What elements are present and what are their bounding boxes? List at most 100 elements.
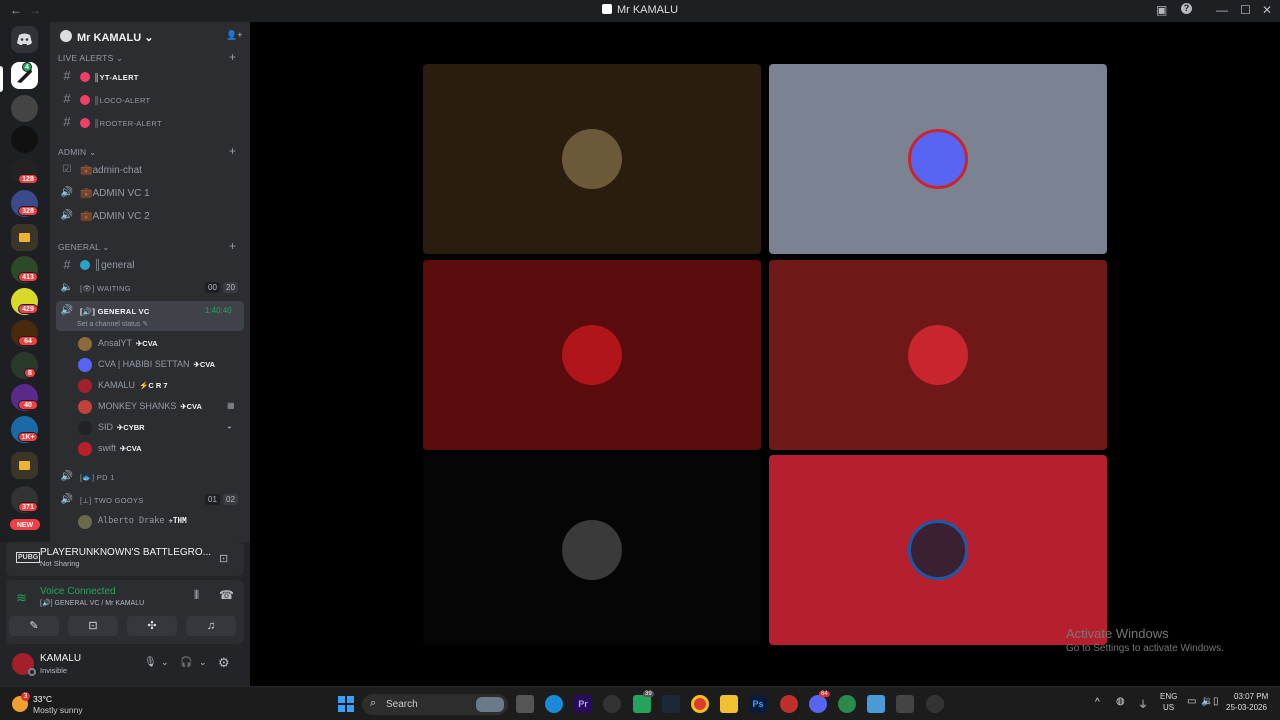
participant-tile[interactable] bbox=[769, 64, 1107, 254]
participant-avatar bbox=[562, 325, 622, 385]
participant-tile[interactable] bbox=[769, 455, 1107, 645]
app-icon[interactable] bbox=[780, 695, 798, 713]
avatar bbox=[78, 400, 92, 414]
avatar bbox=[78, 515, 92, 529]
activity-card[interactable]: PUBG PLAYERUNKNOWN'S BATTLEGRO... Not Sh… bbox=[6, 542, 244, 576]
user-count: 00 bbox=[205, 282, 220, 293]
start-icon[interactable] bbox=[337, 695, 355, 713]
photoshop-icon[interactable]: Ps bbox=[749, 695, 767, 713]
edge-icon[interactable] bbox=[545, 695, 563, 713]
help-icon[interactable]: ? bbox=[1181, 3, 1192, 14]
locked-voice-icon: 🔊 bbox=[60, 210, 74, 221]
channel-admin-chat[interactable]: ☑ 💼admin-chat bbox=[56, 160, 244, 180]
locked-voice-icon: 🔊 bbox=[60, 494, 74, 505]
connection-signal-icon[interactable]: ≋ bbox=[16, 590, 27, 606]
channel-rooter-alert[interactable]: # ║ROOTER-ALERT bbox=[56, 112, 244, 132]
participant-tile[interactable] bbox=[423, 64, 761, 254]
show-hidden-icons-chevron[interactable]: ^ bbox=[1095, 697, 1100, 708]
camera-off-button[interactable]: ✎ bbox=[9, 616, 59, 636]
channel-admin-vc-2[interactable]: 🔊 💼ADMIN VC 2 bbox=[56, 206, 244, 226]
close-button[interactable]: ✕ bbox=[1262, 3, 1272, 17]
add-channel-icon[interactable]: + bbox=[229, 144, 236, 158]
activities-button[interactable]: ✣ bbox=[127, 616, 177, 636]
disconnect-icon[interactable]: ☎ bbox=[219, 588, 234, 602]
chevron-down-icon[interactable]: ⌄ bbox=[199, 657, 207, 668]
app-icon[interactable] bbox=[896, 695, 914, 713]
microphone-icon[interactable]: 🎙 bbox=[144, 657, 157, 668]
participant-tile[interactable] bbox=[769, 260, 1107, 450]
channel-waiting[interactable]: 🔈 [👁] WAITING 00 20 bbox=[56, 278, 244, 298]
whatsapp-icon[interactable] bbox=[633, 695, 651, 713]
window-title: Mr KAMALU bbox=[0, 4, 1280, 16]
battery-icon[interactable]: ▯ bbox=[1213, 696, 1219, 707]
app-icon[interactable] bbox=[926, 695, 944, 713]
account-bar: KAMALU Invisible 🎙 ⌄ 🎧 ⌄ ⚙ bbox=[6, 648, 244, 682]
share-screen-icon[interactable]: ⊡ bbox=[219, 552, 228, 565]
server-folder-icon[interactable] bbox=[11, 224, 38, 251]
category-general[interactable]: GENERAL ⌄ bbox=[58, 242, 110, 253]
add-channel-icon[interactable]: + bbox=[229, 239, 236, 253]
voice-location[interactable]: [🔊] GENERAL VC / Mr KAMALU bbox=[40, 599, 144, 607]
channel-yt-alert[interactable]: # ║YT-ALERT bbox=[56, 66, 244, 86]
clock-date[interactable]: 25-03-2026 bbox=[1226, 703, 1267, 712]
channel-admin-vc-1[interactable]: 🔊 💼ADMIN VC 1 bbox=[56, 183, 244, 203]
app-icon[interactable] bbox=[603, 695, 621, 713]
voice-status[interactable]: Voice Connected bbox=[40, 586, 116, 597]
category-admin[interactable]: ADMIN ⌄ bbox=[58, 147, 96, 158]
avatar bbox=[78, 337, 92, 351]
task-view-icon[interactable] bbox=[516, 695, 534, 713]
voice-member[interactable]: SID ✈CYBR ◒ bbox=[76, 419, 236, 437]
chrome-icon[interactable] bbox=[691, 695, 709, 713]
microphone-tray-icon[interactable]: ⏚ bbox=[1138, 696, 1148, 711]
participant-tile[interactable] bbox=[423, 455, 761, 645]
server-bem-icon[interactable] bbox=[11, 95, 38, 122]
channel-label: [👁] WAITING bbox=[80, 284, 131, 293]
meet-now-icon[interactable]: ◍ bbox=[1116, 696, 1125, 707]
taskbar-search[interactable]: ⌕ Search bbox=[362, 694, 508, 715]
voice-member[interactable]: MONKEY SHANKS ✈CVA ▦ bbox=[76, 398, 236, 416]
speaker-icon: 🔈 bbox=[60, 282, 74, 293]
category-live-alerts[interactable]: LIVE ALERTS ⌄ bbox=[58, 53, 123, 64]
app-icon[interactable] bbox=[867, 695, 885, 713]
headset-icon[interactable]: 🎧 bbox=[180, 657, 192, 668]
inbox-icon[interactable]: ▣ bbox=[1156, 3, 1167, 17]
server-badge: 429 bbox=[18, 304, 38, 314]
channel-two-gooys[interactable]: 🔊 [⊥] TWO GOOYS 01 02 bbox=[56, 490, 244, 510]
channel-general[interactable]: # ║general bbox=[56, 255, 244, 275]
file-explorer-icon[interactable] bbox=[720, 695, 738, 713]
volume-icon[interactable]: 🔉 bbox=[1201, 696, 1213, 707]
add-member-icon[interactable]: 👤+ bbox=[226, 30, 242, 41]
set-channel-status[interactable]: Set a channel status ✎ bbox=[77, 320, 148, 328]
settings-gear-icon[interactable]: ⚙ bbox=[218, 655, 230, 671]
network-icon[interactable]: ▭ bbox=[1187, 696, 1196, 707]
chevron-down-icon[interactable]: ⌄ bbox=[161, 657, 169, 668]
share-screen-button[interactable]: ⊡ bbox=[68, 616, 118, 636]
username[interactable]: KAMALU bbox=[40, 653, 81, 664]
steam-icon[interactable] bbox=[662, 695, 680, 713]
server-badge: 40 bbox=[18, 400, 38, 410]
maximize-button[interactable]: ☐ bbox=[1240, 3, 1251, 17]
participant-tile[interactable] bbox=[423, 260, 761, 450]
direct-messages-icon[interactable] bbox=[11, 26, 38, 53]
language-indicator[interactable]: ENG bbox=[1160, 692, 1177, 701]
channel-general-vc[interactable]: 🔊 [🔊] GENERAL VC 1:40:40 Set a channel s… bbox=[56, 301, 244, 331]
soundboard-button[interactable]: ♫ bbox=[186, 616, 236, 636]
clock-time[interactable]: 03:07 PM bbox=[1234, 692, 1268, 701]
user-limit: 20 bbox=[223, 282, 238, 293]
add-channel-icon[interactable]: + bbox=[229, 50, 236, 64]
weather-widget[interactable]: 3 33°C Mostly sunny bbox=[12, 692, 102, 716]
avatar bbox=[78, 358, 92, 372]
member-name: AnsalYT ✈CVA bbox=[98, 338, 158, 348]
minimize-button[interactable]: — bbox=[1216, 3, 1228, 17]
server-n-music-icon[interactable] bbox=[11, 126, 38, 153]
premiere-pro-icon[interactable]: Pr bbox=[574, 695, 592, 713]
region-indicator[interactable]: US bbox=[1163, 703, 1174, 712]
server-badge: 413 bbox=[18, 272, 38, 282]
chrome-profile-icon[interactable] bbox=[838, 695, 856, 713]
server-header[interactable]: Mr KAMALU ⌄ 👤+ bbox=[50, 22, 250, 52]
server-folder-icon[interactable] bbox=[11, 452, 38, 479]
channel-loco-alert[interactable]: # ║LOCO-ALERT bbox=[56, 89, 244, 109]
channel-pd-1[interactable]: 🔊 [🐟] PD 1 bbox=[56, 467, 244, 487]
discord-icon[interactable] bbox=[809, 695, 827, 713]
noise-suppression-icon[interactable]: ⫴ bbox=[194, 588, 199, 603]
